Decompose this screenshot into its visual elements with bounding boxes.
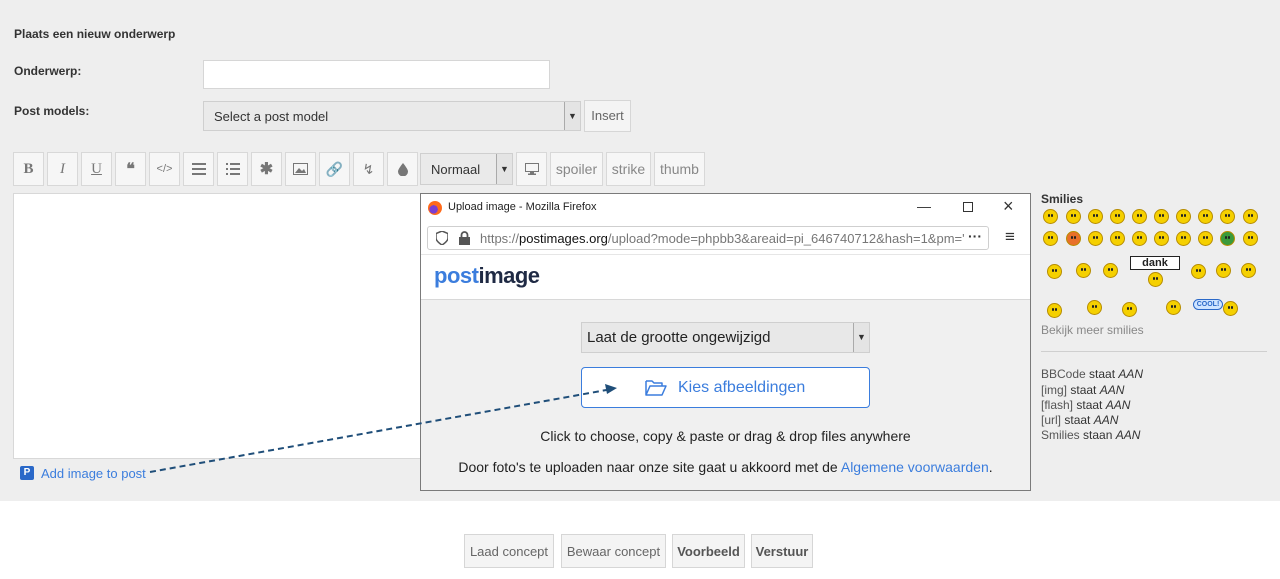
load-draft-button[interactable]: Laad concept xyxy=(464,534,554,568)
dashed-arrow-annotation xyxy=(149,384,617,473)
dashed-arrow-line xyxy=(149,388,613,473)
submit-button[interactable]: Verstuur xyxy=(751,534,813,568)
save-draft-button[interactable]: Bewaar concept xyxy=(561,534,666,568)
preview-button[interactable]: Voorbeeld xyxy=(672,534,745,568)
arrow-head xyxy=(605,384,617,394)
